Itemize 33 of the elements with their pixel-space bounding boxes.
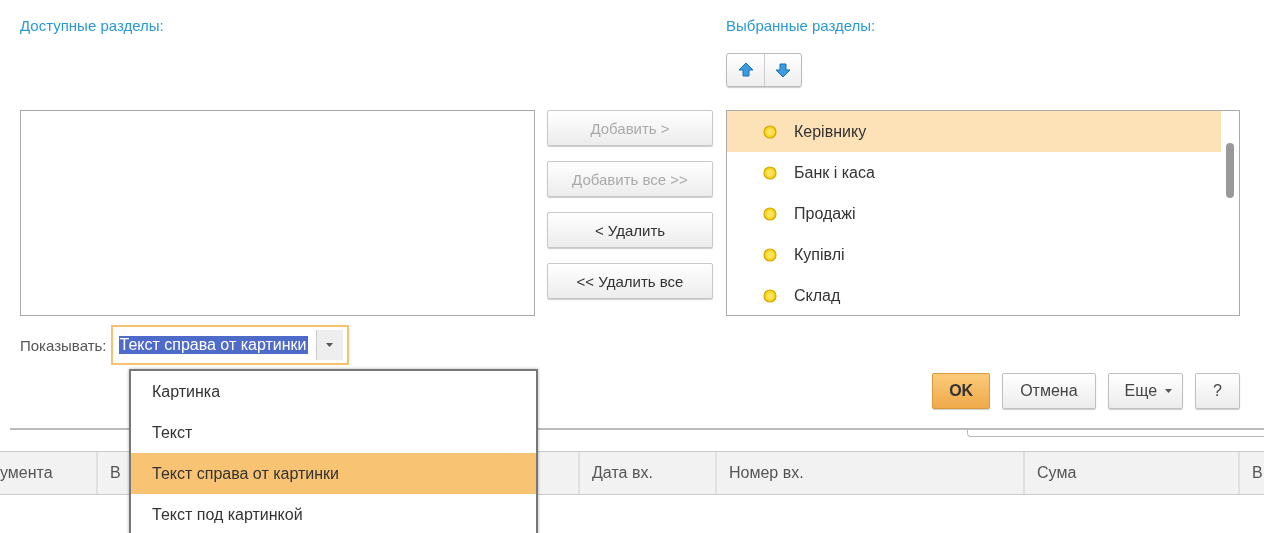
show-label: Показывать: <box>20 336 107 354</box>
section-item[interactable]: Банк і каса <box>727 152 1221 193</box>
arrow-up-icon <box>737 62 754 78</box>
transfer-button[interactable]: < Удалить <box>547 212 713 248</box>
dialog-button[interactable]: Отмена <box>1002 373 1096 409</box>
available-sections-label: Доступные разделы: <box>20 17 164 36</box>
column-header[interactable]: Номер вх. <box>717 452 1025 494</box>
more-button[interactable]: Еще <box>1107 373 1184 409</box>
menu-option[interactable]: Текст <box>131 412 536 453</box>
column-header[interactable]: умента <box>0 452 98 494</box>
arrow-down-icon <box>775 62 791 78</box>
column-header[interactable]: В <box>1240 452 1264 494</box>
section-item[interactable]: Купівлі <box>727 234 1221 275</box>
transfer-button[interactable]: << Удалить все <box>547 263 713 299</box>
circle-icon <box>763 247 777 262</box>
circle-icon <box>763 165 777 180</box>
dialog-button[interactable]: ? <box>1195 373 1240 409</box>
show-dropdown[interactable]: Текст справа от картинки <box>110 325 349 365</box>
selected-sections-label: Выбранные разделы: <box>726 17 876 36</box>
section-item[interactable]: Продажі <box>727 193 1221 234</box>
column-header[interactable]: Дата вх. <box>580 452 717 494</box>
circle-icon <box>763 288 777 303</box>
section-item[interactable]: Склад <box>727 275 1221 316</box>
menu-option[interactable]: Текст справа от картинки <box>131 453 536 494</box>
section-item[interactable]: Керівнику <box>727 111 1221 152</box>
caret-icon <box>326 343 334 347</box>
circle-icon <box>763 206 777 221</box>
column-header[interactable]: Сума <box>1025 452 1240 494</box>
circle-icon <box>763 124 777 139</box>
ok-button[interactable]: OK <box>932 373 991 409</box>
menu-option[interactable]: Картинка <box>131 371 536 412</box>
caret-icon <box>1165 389 1173 393</box>
menu-option[interactable]: Текст под картинкой <box>131 494 536 533</box>
